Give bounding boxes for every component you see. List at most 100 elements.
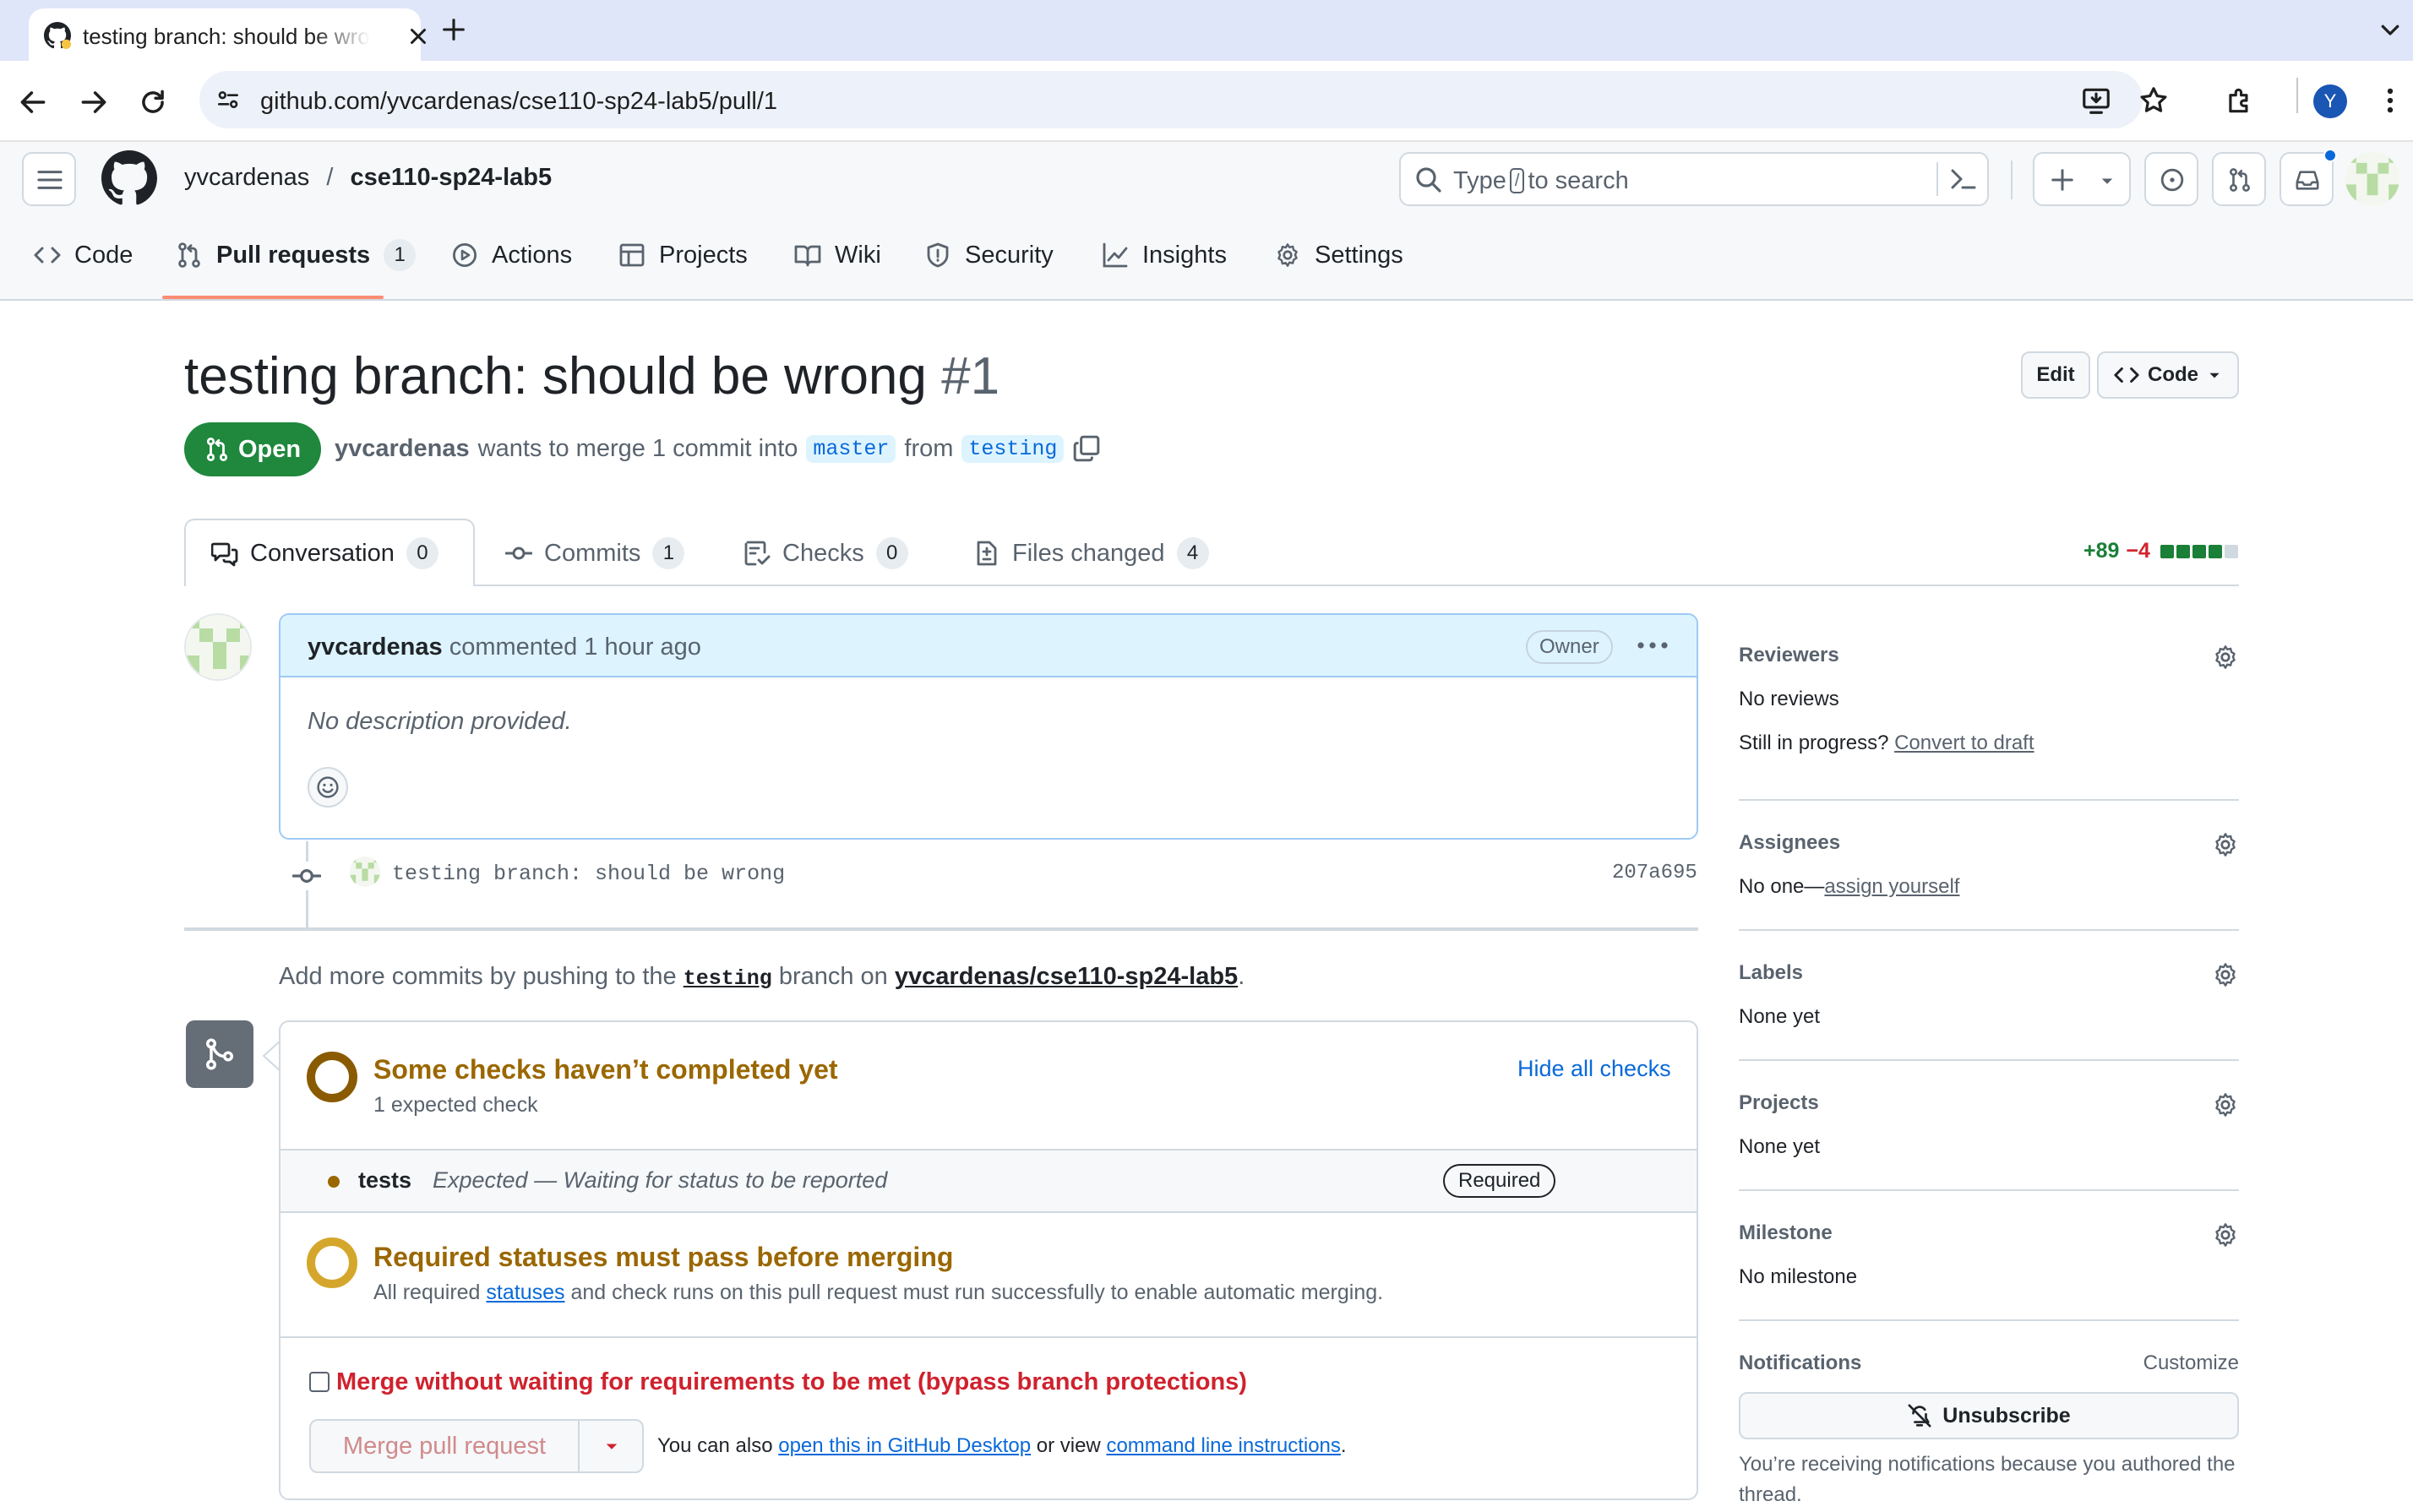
kebab-menu-icon[interactable]: [2378, 84, 2403, 117]
gear-icon: [1277, 243, 1298, 267]
browser-tab-title: testing branch: should be wrong by yvcar…: [83, 24, 370, 49]
sidebar-projects: Projects None yet: [1739, 1091, 2239, 1159]
base-branch[interactable]: master: [806, 434, 896, 463]
new-tab-plus-icon[interactable]: [439, 15, 468, 44]
edit-button[interactable]: Edit: [2021, 351, 2090, 399]
comment-author-link[interactable]: yvcardenas: [308, 634, 443, 661]
reviewers-title: Reviewers: [1739, 644, 1839, 666]
assignees-none: No one—: [1739, 875, 1825, 898]
code-icon: [2114, 367, 2139, 383]
or-view-text: or view: [1036, 1434, 1101, 1457]
bypass-checkbox[interactable]: [309, 1372, 330, 1392]
tab-insights[interactable]: Insights: [1102, 237, 1227, 274]
command-line-link[interactable]: command line instructions: [1106, 1434, 1340, 1457]
url-text[interactable]: github.com/yvcardenas/cse110-sp24-lab5/p…: [260, 88, 777, 116]
sidebar-notifications: Notifications Customize Unsubscribe You’…: [1739, 1352, 2239, 1510]
commit-message-link[interactable]: testing branch: should be wrong: [392, 862, 785, 886]
status-badge-label: Open: [237, 435, 302, 463]
hide-all-checks-link[interactable]: Hide all checks: [1517, 1056, 1671, 1082]
tab-security[interactable]: Security: [924, 237, 1054, 274]
reload-icon[interactable]: [137, 86, 169, 118]
gear-icon[interactable]: [2212, 1091, 2239, 1118]
sidebar-divider: [1739, 929, 2239, 931]
gear-icon[interactable]: [2212, 961, 2239, 988]
pull-requests-button[interactable]: [2212, 152, 2266, 206]
search-input[interactable]: Type / to search: [1399, 152, 1989, 206]
code-dropdown-button[interactable]: Code: [2097, 351, 2239, 399]
pr-title-block: testing branch: should be wrong #1: [184, 345, 1000, 409]
conversation-counter: 0: [406, 537, 438, 569]
tab-wiki[interactable]: Wiki: [794, 237, 881, 274]
tab-commits[interactable]: Commits 1: [505, 529, 685, 578]
merge-method-dropdown[interactable]: [580, 1421, 642, 1471]
github-desktop-link[interactable]: open this in GitHub Desktop: [778, 1434, 1031, 1457]
create-new-button[interactable]: [2033, 152, 2131, 206]
tab-files-changed[interactable]: Files changed 4: [973, 529, 1209, 578]
gear-icon[interactable]: [2212, 644, 2239, 671]
convert-to-draft-link[interactable]: Convert to draft: [1894, 732, 2034, 754]
push-branch-link[interactable]: testing: [684, 966, 772, 991]
unsubscribe-button[interactable]: Unsubscribe: [1739, 1392, 2239, 1439]
tab-pull-requests[interactable]: Pull requests 1: [176, 237, 417, 274]
pr-number: #1: [941, 347, 1000, 405]
gear-icon[interactable]: [2212, 831, 2239, 858]
tab-files-changed-label: Files changed: [1012, 539, 1165, 567]
tab-actions[interactable]: Actions: [451, 237, 572, 274]
gear-icon[interactable]: [2212, 1221, 2239, 1248]
customize-link[interactable]: Customize: [2143, 1352, 2239, 1375]
milestone-title: Milestone: [1739, 1221, 1833, 1244]
user-avatar[interactable]: [2345, 152, 2399, 206]
push-repo-link[interactable]: yvcardenas/cse110-sp24-lab5: [895, 963, 1238, 990]
command-palette-icon[interactable]: [1948, 166, 1977, 193]
required-description: All required statuses and check runs on …: [373, 1281, 1383, 1305]
issues-button[interactable]: [2144, 152, 2198, 206]
reviewers-value: No reviews: [1739, 688, 1839, 710]
tab-projects[interactable]: Projects: [618, 237, 748, 274]
push-hint-text: Add more commits by pushing to the: [279, 963, 677, 990]
commit-author-avatar[interactable]: [350, 857, 380, 887]
kebab-horizontal-icon[interactable]: [1636, 635, 1669, 655]
add-reaction-button[interactable]: [308, 767, 348, 808]
bypass-label[interactable]: Merge without waiting for requirements t…: [336, 1368, 1247, 1396]
tab-conversation[interactable]: Conversation 0: [184, 519, 475, 586]
notification-dot: [2323, 149, 2337, 162]
comment-discussion-icon: [211, 542, 238, 567]
inbox-button[interactable]: [2280, 149, 2337, 206]
browser-tab[interactable]: testing branch: should be wrong by yvcar…: [29, 8, 426, 63]
required-status-icon: [306, 1237, 358, 1289]
site-settings-icon[interactable]: [215, 86, 242, 113]
install-app-icon[interactable]: [2080, 84, 2112, 117]
hamburger-menu-button[interactable]: [22, 152, 76, 206]
pr-author-link[interactable]: yvcardenas: [335, 435, 470, 463]
author-avatar[interactable]: [184, 613, 252, 681]
head-branch[interactable]: testing: [961, 434, 1065, 463]
merge-button-group: Merge pull request: [309, 1419, 644, 1473]
address-bar[interactable]: github.com/yvcardenas/cse110-sp24-lab5/p…: [199, 71, 2143, 128]
close-icon[interactable]: [406, 24, 431, 49]
bookmark-star-icon[interactable]: [2138, 84, 2170, 117]
owner-link[interactable]: yvcardenas: [184, 164, 309, 191]
forward-arrow-icon[interactable]: [78, 86, 110, 118]
github-logo-icon[interactable]: [101, 150, 157, 206]
diffstat-block-add: [2176, 544, 2190, 558]
back-arrow-icon[interactable]: [17, 86, 49, 118]
repo-link[interactable]: cse110-sp24-lab5: [351, 164, 553, 191]
merge-pull-request-button[interactable]: Merge pull request: [311, 1421, 578, 1471]
tab-code[interactable]: Code: [34, 237, 133, 274]
files-changed-counter: 4: [1176, 537, 1209, 569]
git-commit-icon: [292, 862, 321, 890]
tab-search-chevron-down-icon[interactable]: [2378, 17, 2403, 42]
extensions-icon[interactable]: [2224, 84, 2256, 117]
statuses-link[interactable]: statuses: [486, 1281, 564, 1304]
profile-avatar[interactable]: Y: [2313, 84, 2347, 118]
tab-settings[interactable]: Settings: [1274, 237, 1403, 274]
inbox-icon: [2296, 171, 2319, 190]
commit-sha-link[interactable]: 207a695: [1612, 862, 1697, 884]
merge-box-pointer: [262, 1041, 281, 1071]
notification-reason: You’re receiving notifications because y…: [1739, 1453, 2236, 1506]
checks-title: Some checks haven’t completed yet: [373, 1054, 838, 1085]
tab-checks[interactable]: Checks 0: [744, 529, 908, 578]
check-name[interactable]: tests: [358, 1167, 411, 1194]
assign-yourself-link[interactable]: assign yourself: [1824, 875, 1959, 898]
diffstat: +89 −4: [2083, 539, 2238, 563]
